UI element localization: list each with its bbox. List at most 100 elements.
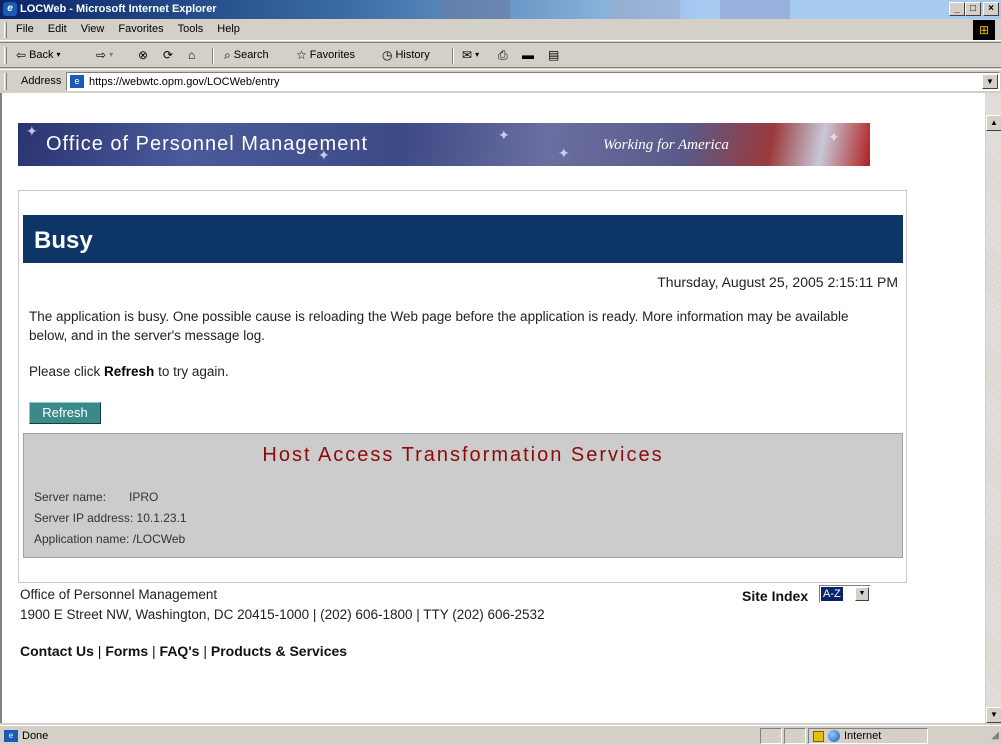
toolbar-separator <box>452 48 454 64</box>
menu-file[interactable]: File <box>16 23 34 35</box>
refresh-icon: ⟳ <box>163 48 174 62</box>
status-cell <box>784 728 806 744</box>
menu-help[interactable]: Help <box>217 23 240 35</box>
status-text: Done <box>22 730 49 742</box>
mail-button[interactable]: ✉ ▾ <box>462 48 479 62</box>
discuss-button[interactable]: ▤ <box>548 48 559 62</box>
link-forms[interactable]: Forms <box>105 643 148 659</box>
edit-button[interactable]: ▬ <box>522 48 534 62</box>
scroll-up-icon[interactable]: ▲ <box>986 115 1001 131</box>
address-label: Address <box>21 75 62 87</box>
lock-icon <box>813 730 824 742</box>
star-decor: ✦ <box>828 129 840 145</box>
favorites-icon: ☆ <box>296 48 307 62</box>
history-label: History <box>395 49 430 61</box>
menu-view[interactable]: View <box>81 23 105 35</box>
refresh-toolbar-button[interactable]: ⟳ <box>163 48 173 62</box>
resize-grip-icon[interactable]: ◢ <box>991 730 999 741</box>
mail-dropdown-icon[interactable]: ▾ <box>475 48 479 62</box>
link-contact-us[interactable]: Contact Us <box>20 643 94 659</box>
footer-address: 1900 E Street NW, Washington, DC 20415-1… <box>20 607 545 622</box>
title-bar[interactable]: e LOCWeb - Microsoft Internet Explorer _… <box>0 0 1001 19</box>
favorites-button[interactable]: ☆ Favorites <box>296 48 355 62</box>
toolbar-separator <box>212 48 214 64</box>
menu-favorites[interactable]: Favorites <box>118 23 163 35</box>
globe-icon <box>828 730 840 742</box>
banner-slogan: Working for America <box>603 137 729 153</box>
app-name-value: /LOCWeb <box>132 532 186 546</box>
busy-heading: Busy <box>23 215 903 263</box>
server-name-row: Server name: IPRO <box>34 490 158 504</box>
vertical-scrollbar[interactable]: ▲ ▼ <box>985 115 1001 723</box>
home-button[interactable]: ⌂ <box>188 48 195 62</box>
scrollbar-track[interactable] <box>985 93 1001 115</box>
site-index-label: Site Index <box>742 588 809 604</box>
click-prefix: Please click <box>29 364 105 379</box>
star-decor: ✦ <box>498 127 510 143</box>
print-icon: ⎙ <box>498 48 508 62</box>
page-content: ✦ ✦ ✦ ✦ ✦ Office of Personnel Management… <box>8 93 985 723</box>
address-dropdown-icon[interactable]: ▼ <box>982 74 998 89</box>
server-ip-row: Server IP address: 10.1.23.1 <box>34 511 187 525</box>
hats-title: Host Access Transformation Services <box>262 444 664 466</box>
server-ip-label: Server IP address: <box>34 511 134 525</box>
site-index-value: A-Z <box>821 587 843 601</box>
zone-label: Internet <box>844 730 882 742</box>
back-button[interactable]: ⇦ Back ▾ <box>16 48 61 62</box>
title-decor <box>610 0 680 19</box>
menu-grip[interactable] <box>4 22 7 38</box>
maximize-button[interactable]: □ <box>965 2 981 16</box>
minimize-button[interactable]: _ <box>949 2 965 16</box>
content-frame-left <box>0 93 8 723</box>
stop-button[interactable]: ⊗ <box>138 48 148 62</box>
back-dropdown-icon[interactable]: ▾ <box>57 48 61 62</box>
forward-button[interactable]: ⇨ ▾ <box>96 48 113 62</box>
back-arrow-icon: ⇦ <box>16 48 27 62</box>
forward-dropdown-icon[interactable]: ▾ <box>109 48 113 62</box>
print-button[interactable]: ⎙ <box>498 48 508 62</box>
banner-title: Office of Personnel Management <box>46 133 369 155</box>
menu-bar: File Edit View Favorites Tools Help ⊞ <box>0 19 1001 41</box>
close-button[interactable]: × <box>983 2 999 16</box>
hats-info-box: Host Access Transformation Services Serv… <box>23 433 903 558</box>
window-title: LOCWeb - Microsoft Internet Explorer <box>20 3 217 15</box>
address-grip[interactable] <box>4 73 7 90</box>
browser-window: e LOCWeb - Microsoft Internet Explorer _… <box>0 0 1001 745</box>
menu-edit[interactable]: Edit <box>48 23 67 35</box>
click-bold: Refresh <box>104 364 155 379</box>
refresh-button[interactable]: Refresh <box>29 402 101 424</box>
click-instruction: Please click Refresh to try again. <box>29 364 229 379</box>
star-decor: ✦ <box>558 145 570 161</box>
link-faqs[interactable]: FAQ's <box>160 643 200 659</box>
security-zone: Internet <box>808 728 928 744</box>
menu-tools[interactable]: Tools <box>178 23 204 35</box>
back-label: Back <box>29 49 54 61</box>
toolbar-grip[interactable] <box>4 47 7 64</box>
home-icon: ⌂ <box>188 48 196 62</box>
document-icon: ▤ <box>548 48 560 62</box>
page-icon: e <box>70 75 84 88</box>
forward-arrow-icon: ⇨ <box>96 48 107 62</box>
link-products-services[interactable]: Products & Services <box>211 643 347 659</box>
busy-message: The application is busy. One possible ca… <box>29 309 849 343</box>
stop-icon: ⊗ <box>138 48 149 62</box>
address-input[interactable]: e https://webwtc.opm.gov/LOCWeb/entry ▼ <box>66 72 1000 91</box>
server-name-label: Server name: <box>34 490 107 504</box>
app-name-label: Application name: <box>34 532 130 546</box>
history-button[interactable]: ◷ History <box>382 48 430 62</box>
page-status-icon: e <box>4 730 18 742</box>
toolbar: ⇦ Back ▾ ⇨ ▾ ⊗ ⟳ ⌂ ⌕ Search ☆ Favorites … <box>0 42 1001 68</box>
site-index-select[interactable]: A-Z ▼ <box>819 585 871 603</box>
mail-icon: ✉ <box>462 48 473 62</box>
busy-panel: Busy Thursday, August 25, 2005 2:15:11 P… <box>18 190 907 583</box>
select-dropdown-icon[interactable]: ▼ <box>855 587 869 601</box>
timestamp: Thursday, August 25, 2005 2:15:11 PM <box>657 274 898 290</box>
title-decor <box>440 0 510 19</box>
windows-logo-icon: ⊞ <box>973 20 995 40</box>
server-name-value: IPRO <box>129 490 159 504</box>
search-button[interactable]: ⌕ Search <box>224 48 269 62</box>
search-label: Search <box>233 49 269 61</box>
scroll-down-icon[interactable]: ▼ <box>986 707 1001 723</box>
favorites-label: Favorites <box>309 49 356 61</box>
address-url[interactable]: https://webwtc.opm.gov/LOCWeb/entry <box>89 76 280 88</box>
